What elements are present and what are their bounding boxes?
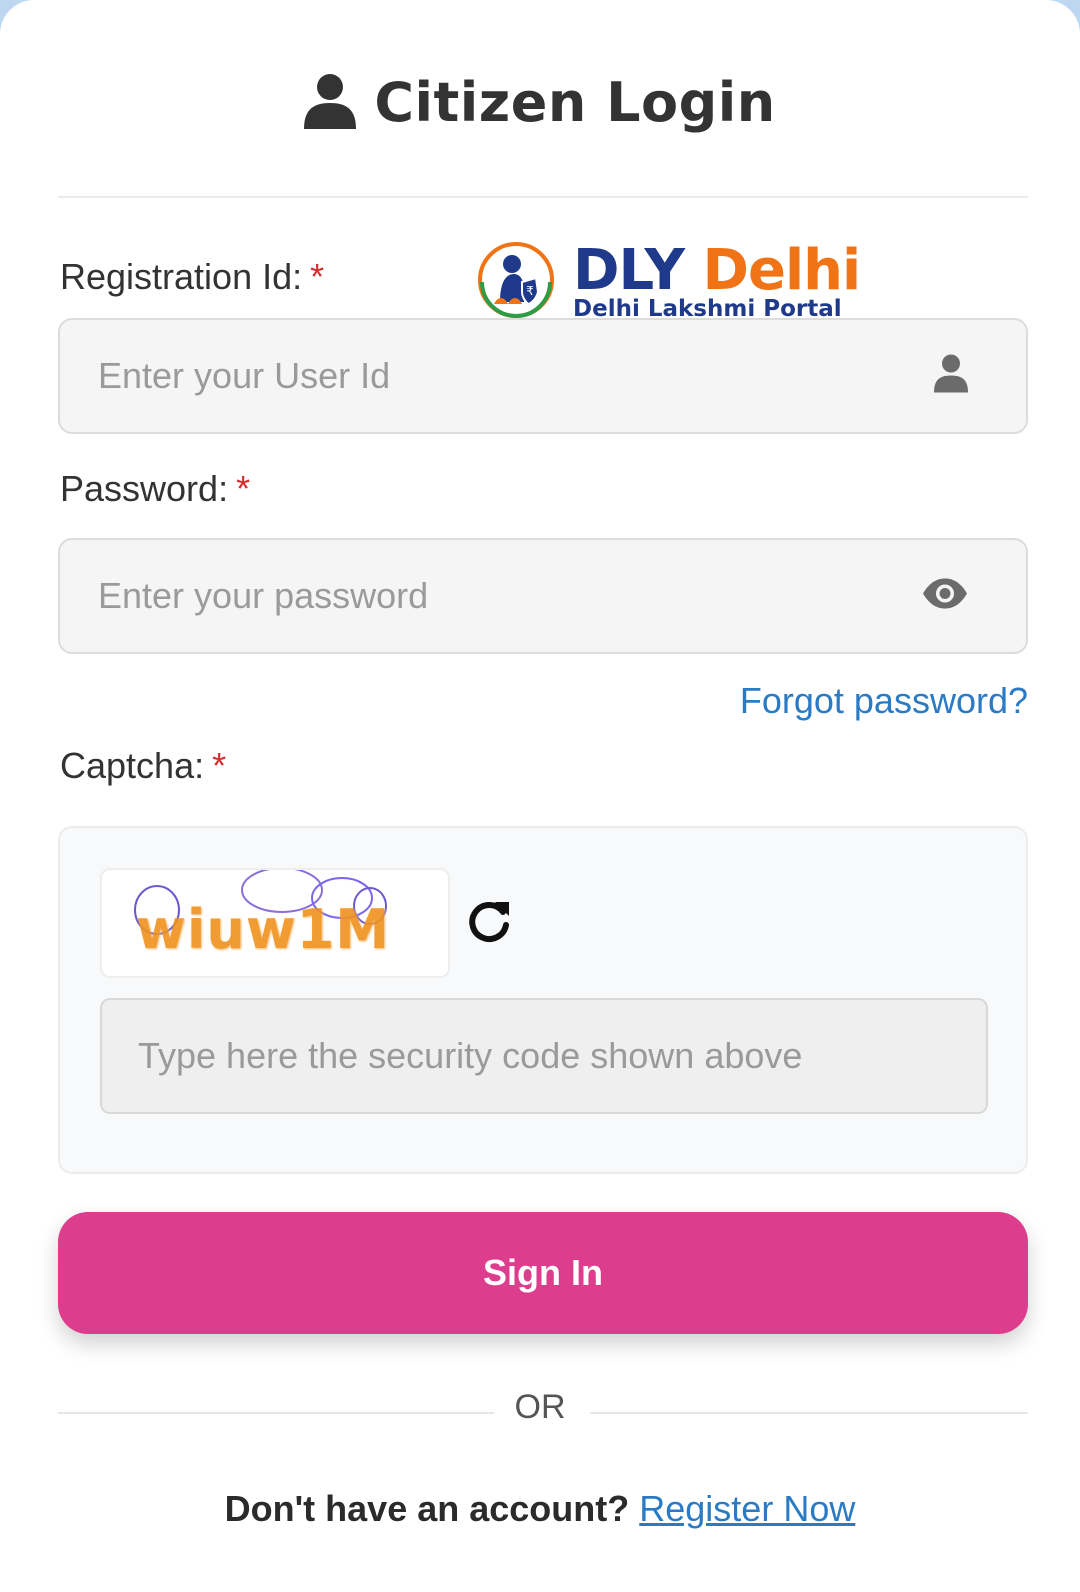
captcha-label: Captcha: *	[60, 745, 227, 786]
register-question: Don't have an account?	[224, 1488, 630, 1529]
registration-id-input[interactable]	[60, 320, 1026, 432]
brand-logo: ₹ DLY Delhi Delhi Lakshmi Portal	[478, 238, 861, 324]
captcha-code: wiuw1M	[136, 898, 391, 961]
page-title: Citizen Login	[374, 70, 776, 134]
registration-id-label: Registration Id: *	[60, 256, 325, 297]
password-field	[58, 538, 1028, 654]
refresh-icon[interactable]	[465, 898, 513, 951]
or-divider-left	[58, 1412, 494, 1414]
user-icon	[304, 73, 357, 131]
or-separator: OR	[514, 1388, 566, 1426]
captcha-image: wiuw1M	[100, 868, 450, 978]
captcha-field	[100, 998, 988, 1114]
sign-in-button[interactable]: Sign In	[58, 1212, 1028, 1334]
register-prompt: Don't have an account? Register Now	[0, 1488, 1080, 1530]
svg-text:₹: ₹	[526, 284, 534, 298]
header-divider	[58, 196, 1028, 198]
lakshmi-emblem-icon: ₹	[478, 242, 554, 318]
login-card: Citizen Login Registration Id: * ₹ DLY De…	[0, 0, 1080, 1592]
brand-title: DLY Delhi	[573, 238, 861, 303]
eye-icon[interactable]	[922, 578, 968, 615]
required-marker: *	[212, 745, 227, 786]
or-divider-right	[590, 1412, 1028, 1414]
password-input[interactable]	[60, 540, 1026, 652]
forgot-password-link[interactable]: Forgot password?	[740, 680, 1028, 722]
user-icon	[934, 354, 968, 399]
password-label: Password: *	[60, 468, 251, 509]
required-marker: *	[236, 468, 251, 509]
captcha-input[interactable]	[102, 1000, 986, 1112]
required-marker: *	[310, 256, 325, 297]
registration-id-field	[58, 318, 1028, 434]
login-header: Citizen Login	[0, 62, 1080, 142]
register-now-link[interactable]: Register Now	[639, 1488, 855, 1529]
captcha-panel: wiuw1M	[58, 826, 1028, 1174]
